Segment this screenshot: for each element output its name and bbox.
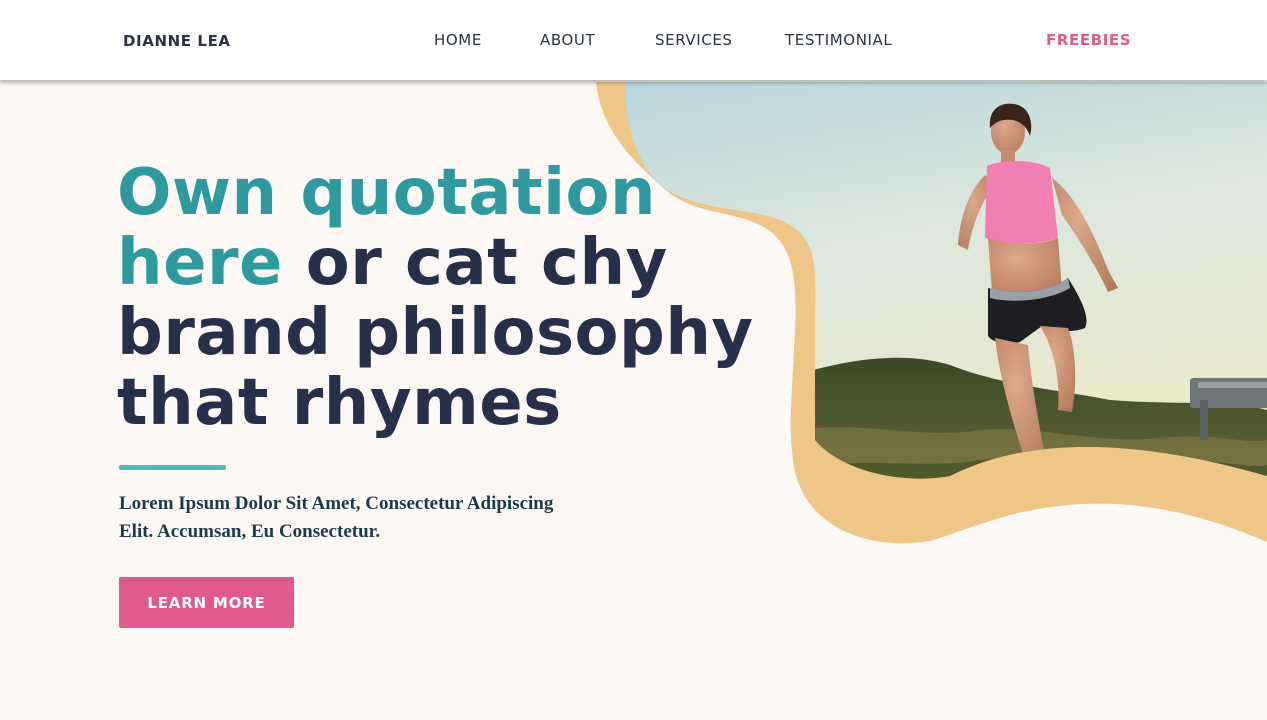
headline-line-2: or cat chy — [282, 226, 668, 300]
learn-more-button[interactable]: LEARN MORE — [119, 577, 294, 628]
headline-line-3: brand philosophy — [117, 296, 754, 370]
brand-logo[interactable]: DIANNE LEA — [123, 32, 231, 50]
landing-page: DIANNE LEA HOME ABOUT SERVICES TESTIMONI… — [0, 0, 1267, 720]
nav-testimonial[interactable]: TESTIMONIAL — [785, 31, 892, 49]
headline-line-4: that rhymes — [117, 366, 562, 440]
headline-accent-line-2: here — [117, 226, 283, 300]
nav-freebies[interactable]: FREEBIES — [1046, 31, 1131, 49]
nav-home[interactable]: HOME — [434, 31, 482, 49]
nav-about[interactable]: ABOUT — [540, 31, 595, 49]
headline-accent-line-1: Own quotation — [117, 156, 657, 230]
hero-headline: Own quotation here or cat chy brand phil… — [117, 158, 777, 438]
hero-subtext: Lorem Ipsum Dolor Sit Amet, Consectetur … — [119, 493, 554, 542]
site-header: DIANNE LEA HOME ABOUT SERVICES TESTIMONI… — [0, 0, 1267, 80]
nav-services[interactable]: SERVICES — [655, 31, 733, 49]
headline-divider — [119, 465, 226, 470]
